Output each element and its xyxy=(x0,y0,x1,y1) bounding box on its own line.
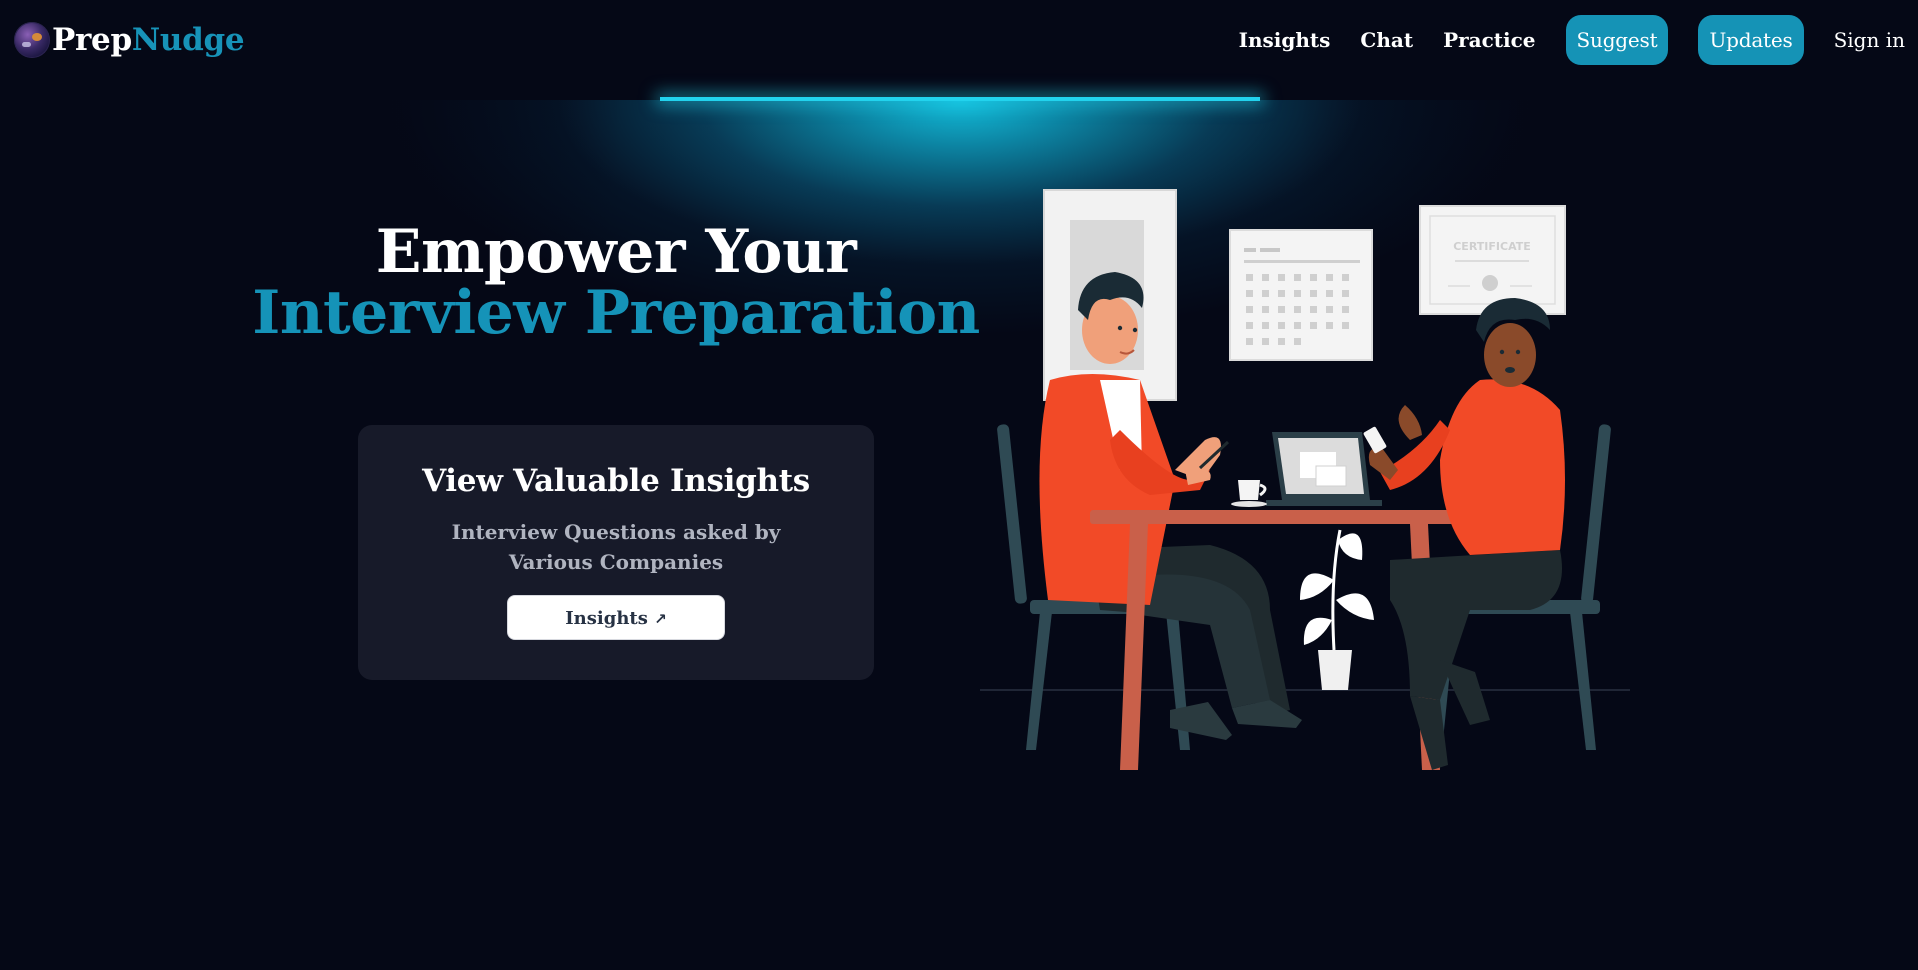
card-description: Interview Questions asked by Various Com… xyxy=(451,520,781,574)
hero-title-line1: Empower Your xyxy=(375,217,857,287)
hero-title-line2: Interview Preparation xyxy=(252,278,980,348)
brand-name: PrepNudge xyxy=(52,22,245,58)
hero-title: Empower Your Interview Preparation xyxy=(240,222,992,344)
suggest-button[interactable]: Suggest xyxy=(1565,15,1669,65)
brand-name-part1: Prep xyxy=(52,22,132,58)
nav-link-practice[interactable]: Practice xyxy=(1443,15,1535,65)
woman-character xyxy=(1363,298,1565,770)
spotlight-lamp xyxy=(660,97,1260,101)
calendar-poster xyxy=(1229,229,1373,361)
card-title: View Valuable Insights xyxy=(422,463,810,499)
brand-logo-link[interactable]: PrepNudge xyxy=(14,18,245,62)
insights-card: View Valuable Insights Interview Questio… xyxy=(358,425,874,680)
insights-button-label: Insights xyxy=(565,608,648,629)
external-arrow-icon: ↗ xyxy=(654,610,667,628)
insights-button[interactable]: Insights ↗ xyxy=(507,595,725,640)
nav-link-insights[interactable]: Insights xyxy=(1239,15,1331,65)
logo-icon xyxy=(14,22,50,58)
sign-in-link[interactable]: Sign in xyxy=(1834,28,1905,52)
updates-button[interactable]: Updates xyxy=(1698,15,1804,65)
nav-link-chat[interactable]: Chat xyxy=(1360,15,1413,65)
certificate-text: CERTIFICATE xyxy=(1453,240,1531,253)
plant xyxy=(1300,529,1374,690)
site-header: PrepNudge Insights Chat Practice Suggest… xyxy=(0,0,1918,80)
interview-illustration: CERTIFICATE xyxy=(980,189,1630,770)
main-nav: Insights Chat Practice Suggest Updates S… xyxy=(1239,15,1905,65)
brand-name-part2: Nudge xyxy=(131,22,245,58)
certificate-frame: CERTIFICATE xyxy=(1419,205,1566,315)
